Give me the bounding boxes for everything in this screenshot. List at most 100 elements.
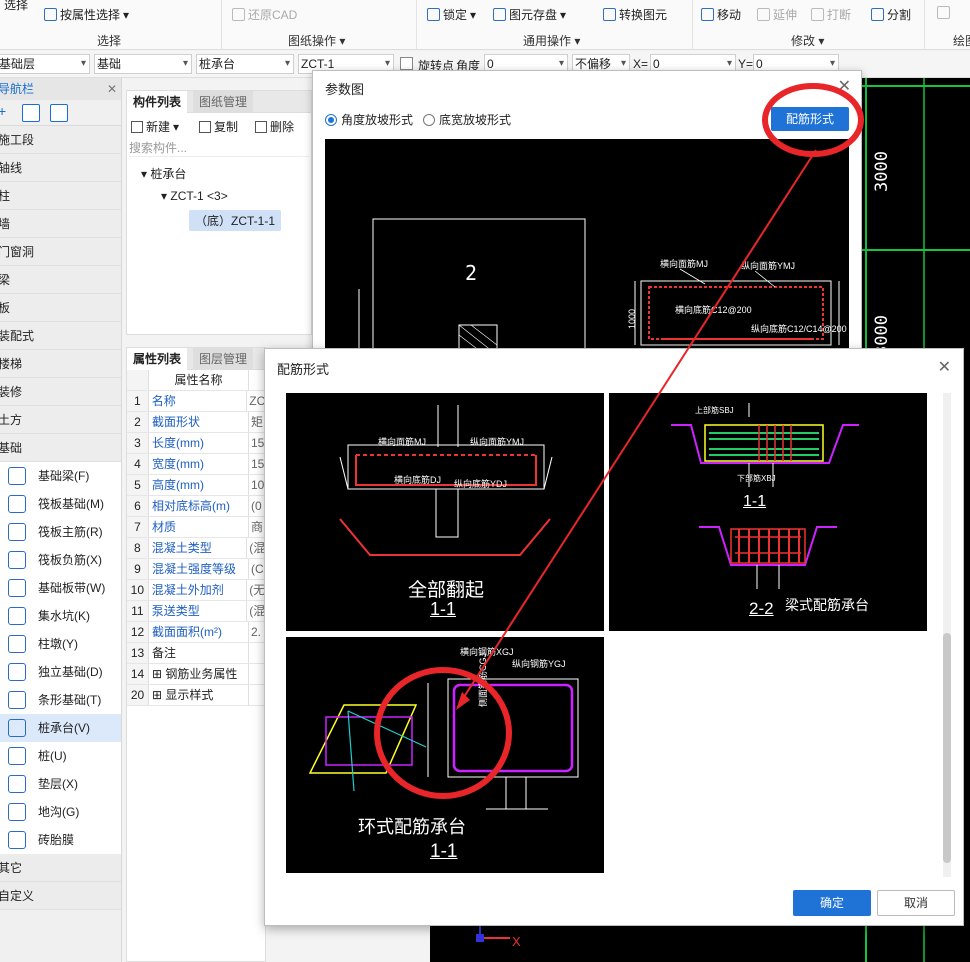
nav-category[interactable]: 轴线 bbox=[0, 154, 121, 182]
property-value[interactable]: 矩 bbox=[249, 412, 263, 432]
property-value[interactable]: (C bbox=[249, 559, 264, 579]
rotate-checkbox[interactable] bbox=[400, 57, 413, 70]
property-value[interactable]: 15 bbox=[249, 454, 264, 474]
save-element-button[interactable]: 图元存盘 ▾ bbox=[493, 6, 566, 23]
lock-button[interactable]: 锁定 ▾ bbox=[427, 6, 476, 23]
property-value[interactable]: (混 bbox=[247, 538, 265, 558]
select-button[interactable]: 选择 bbox=[4, 0, 28, 13]
extend-button[interactable]: 延伸 bbox=[757, 6, 797, 23]
nav-sub-item[interactable]: 柱墩(Y) bbox=[0, 630, 121, 658]
type-select[interactable]: 桩承台 bbox=[196, 54, 294, 74]
property-row[interactable]: 14 ⊞ 钢筋业务属性 bbox=[127, 664, 265, 685]
property-row[interactable]: 13 备注 bbox=[127, 643, 265, 664]
property-value[interactable] bbox=[249, 643, 251, 663]
nav-category[interactable]: 梁 bbox=[0, 266, 121, 294]
ok-button[interactable]: 确定 bbox=[793, 890, 871, 916]
property-row[interactable]: 9 混凝土强度等级 (C bbox=[127, 559, 265, 580]
dialog-scrollbar[interactable] bbox=[943, 393, 951, 877]
nav-category[interactable]: 装修 bbox=[0, 378, 121, 406]
break-button[interactable]: 打断 bbox=[811, 6, 851, 23]
rebar-option-beam[interactable]: 上部筋SBJ 下部筋XBJ 1-1 2-2 梁式配筋承台 bbox=[609, 393, 927, 631]
property-row[interactable]: 11 泵送类型 (混 bbox=[127, 601, 265, 622]
nav-sub-item[interactable]: 基础梁(F) bbox=[0, 462, 121, 490]
nav-category[interactable]: 门窗洞 bbox=[0, 238, 121, 266]
property-value[interactable]: 商 bbox=[249, 517, 263, 537]
nav-category[interactable]: 其它 bbox=[0, 854, 121, 882]
nav-sub-item[interactable]: 筏板主筋(R) bbox=[0, 518, 121, 546]
nav-category[interactable]: 土方 bbox=[0, 406, 121, 434]
tab-drawing-manage[interactable]: 图纸管理 bbox=[193, 91, 254, 113]
cancel-button[interactable]: 取消 bbox=[877, 890, 955, 916]
property-value[interactable]: 10 bbox=[249, 475, 264, 495]
tree-node-root[interactable]: ▾ 桩承台 bbox=[141, 165, 186, 182]
property-value[interactable]: ZC bbox=[247, 391, 265, 411]
property-value[interactable]: (无 bbox=[247, 580, 265, 600]
radio-angle-slope[interactable]: 角度放坡形式 bbox=[325, 111, 413, 128]
property-row[interactable]: 10 混凝土外加剂 (无 bbox=[127, 580, 265, 601]
nav-category[interactable]: 墙 bbox=[0, 210, 121, 238]
nav-category[interactable]: 基础 bbox=[0, 434, 121, 462]
nav-sub-item[interactable]: 条形基础(T) bbox=[0, 686, 121, 714]
tree-view-icon[interactable] bbox=[50, 104, 68, 122]
nav-category[interactable]: 柱 bbox=[0, 182, 121, 210]
arc-button[interactable] bbox=[937, 6, 950, 19]
tab-property-list[interactable]: 属性列表 bbox=[127, 348, 188, 370]
nav-sub-item[interactable]: 基础板带(W) bbox=[0, 574, 121, 602]
rebar-option-full-bend[interactable]: 横向面筋MJ 纵向面筋YMJ 横向底筋DJ 纵向底筋YDJ 全部翻起 1-1 bbox=[286, 393, 604, 631]
nav-sub-item[interactable]: 桩(U) bbox=[0, 742, 121, 770]
nav-category[interactable]: 板 bbox=[0, 294, 121, 322]
category-select[interactable]: 基础 bbox=[94, 54, 192, 74]
rebar-form-button[interactable]: 配筋形式 bbox=[771, 107, 849, 131]
convert-element-button[interactable]: 转换图元 bbox=[603, 6, 667, 23]
property-value[interactable]: 15 bbox=[249, 433, 264, 453]
close-icon[interactable]: ✕ bbox=[838, 76, 851, 96]
tree-node-child[interactable]: ▾ ZCT-1 <3> bbox=[161, 189, 228, 203]
nav-sub-item[interactable]: 地沟(G) bbox=[0, 798, 121, 826]
split-button[interactable]: 分割 bbox=[871, 6, 911, 23]
rebar-option-ring[interactable]: 横向钢筋XGJ 纵向钢筋YGJ 侧面钢筋CGJ 环式配筋承台 1-1 bbox=[286, 637, 604, 873]
property-row[interactable]: 12 截面面积(m²) 2. bbox=[127, 622, 265, 643]
nav-category[interactable]: 施工段 bbox=[0, 126, 121, 154]
property-row[interactable]: 5 高度(mm) 10 bbox=[127, 475, 265, 496]
tab-component-list[interactable]: 构件列表 bbox=[127, 91, 188, 113]
expand-icon[interactable]: ⊞ bbox=[152, 688, 165, 702]
property-row[interactable]: 20 ⊞ 显示样式 bbox=[127, 685, 265, 706]
property-row[interactable]: 8 混凝土类型 (混 bbox=[127, 538, 265, 559]
nav-sub-item[interactable]: 垫层(X) bbox=[0, 770, 121, 798]
close-icon[interactable]: ✕ bbox=[938, 357, 951, 377]
nav-sub-item[interactable]: 独立基础(D) bbox=[0, 658, 121, 686]
move-button[interactable]: 移动 bbox=[701, 6, 741, 23]
restore-cad-button[interactable]: 还原CAD bbox=[232, 6, 297, 23]
nav-category[interactable]: 自定义 bbox=[0, 882, 121, 910]
scrollbar-thumb[interactable] bbox=[943, 633, 951, 863]
floor-select[interactable]: 基础层 bbox=[0, 54, 90, 74]
tree-node-leaf[interactable]: （底）ZCT-1-1 bbox=[189, 210, 282, 231]
nav-sub-item[interactable]: 集水坑(K) bbox=[0, 602, 121, 630]
property-row[interactable]: 2 截面形状矩 bbox=[127, 412, 265, 433]
nav-sub-item[interactable]: 桩承台(V) bbox=[0, 714, 121, 742]
property-row[interactable]: 6 相对底标高(m) (0 bbox=[127, 496, 265, 517]
property-value[interactable] bbox=[249, 664, 251, 684]
component-search-input[interactable]: 搜索构件... bbox=[129, 139, 309, 157]
close-icon[interactable]: ✕ bbox=[107, 78, 117, 100]
nav-sub-item[interactable]: 筏板基础(M) bbox=[0, 490, 121, 518]
expand-icon[interactable]: ⊞ bbox=[152, 667, 165, 681]
tab-layer-manage[interactable]: 图层管理 bbox=[193, 348, 254, 370]
delete-button[interactable]: 删除 bbox=[255, 118, 294, 135]
property-row[interactable]: 4 宽度(mm) 15 bbox=[127, 454, 265, 475]
property-row[interactable]: 7 材质商 bbox=[127, 517, 265, 538]
property-value[interactable]: 2. bbox=[249, 622, 261, 642]
new-button[interactable]: 新建 ▾ bbox=[131, 118, 179, 135]
property-row[interactable]: 3 长度(mm) 15 bbox=[127, 433, 265, 454]
add-icon[interactable]: + bbox=[0, 103, 6, 119]
property-value[interactable] bbox=[249, 685, 251, 705]
copy-button[interactable]: 复制 bbox=[199, 118, 238, 135]
nav-sub-item[interactable]: 筏板负筋(X) bbox=[0, 546, 121, 574]
list-view-icon[interactable] bbox=[22, 104, 40, 122]
property-value[interactable]: (0 bbox=[249, 496, 262, 516]
property-value[interactable]: (混 bbox=[247, 601, 265, 621]
nav-category[interactable]: 楼梯 bbox=[0, 350, 121, 378]
property-row[interactable]: 1 名称 ZC bbox=[127, 391, 265, 412]
select-by-attr-button[interactable]: 按属性选择 ▾ bbox=[44, 6, 129, 23]
radio-width-slope[interactable]: 底宽放坡形式 bbox=[423, 111, 511, 128]
